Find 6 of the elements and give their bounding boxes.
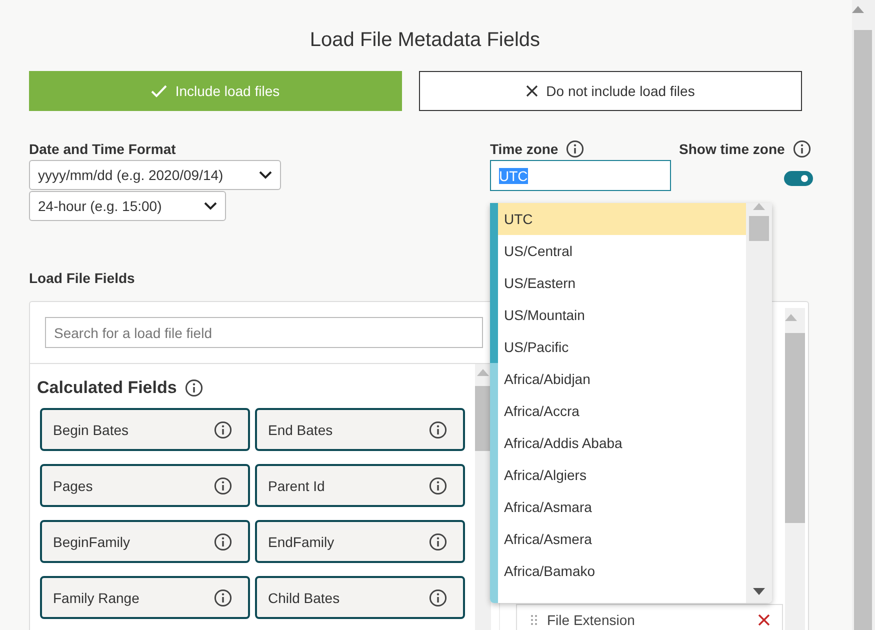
field-label: Time zone xyxy=(490,141,558,157)
page-title: Load File Metadata Fields xyxy=(308,28,542,52)
section-heading: Calculated Fields xyxy=(37,378,177,398)
field-label: Date and Time Format xyxy=(29,141,176,157)
field-label: Show time zone xyxy=(679,141,785,157)
section-label: Load File Fields xyxy=(29,270,135,286)
